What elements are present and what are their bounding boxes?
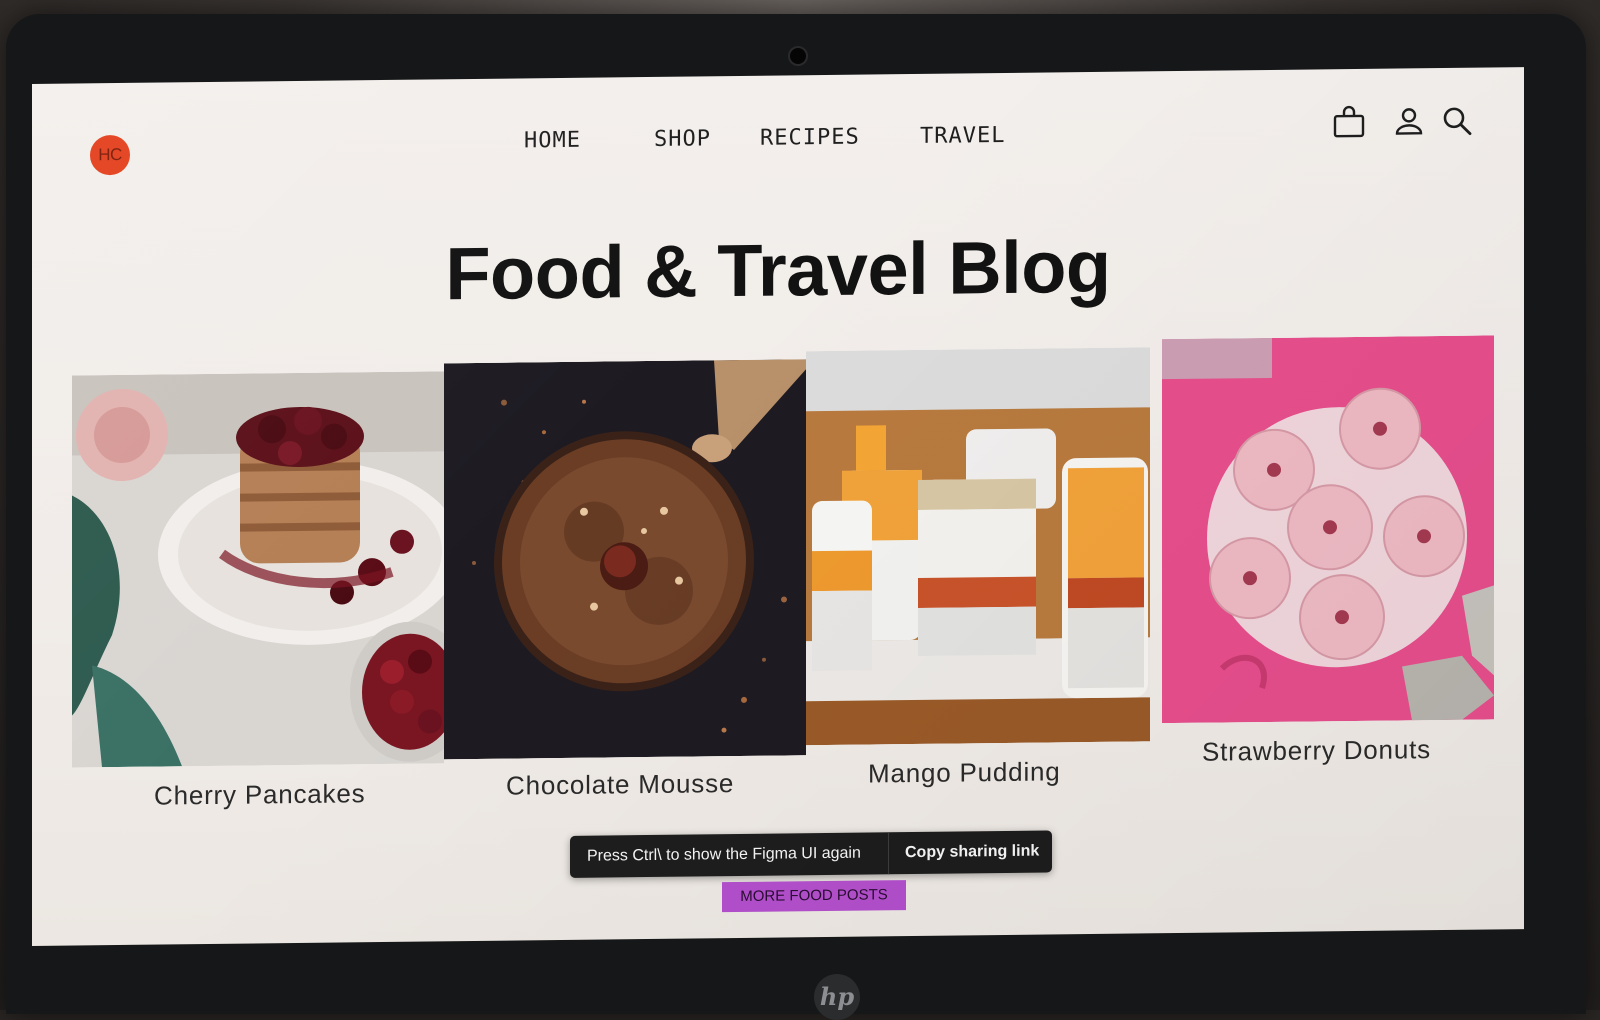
nav-recipes[interactable]: RECIPES [760, 125, 860, 151]
mango-pudding-photo [806, 347, 1150, 746]
strawberry-donuts-title[interactable]: Strawberry Donuts [1202, 734, 1431, 768]
cherry-pancakes-image[interactable] [72, 371, 444, 768]
mango-pudding-title[interactable]: Mango Pudding [868, 756, 1061, 789]
strawberry-donuts-image[interactable] [1162, 335, 1494, 724]
figma-toast: Press Ctrl\ to show the Figma UI again C… [570, 830, 1052, 878]
more-food-posts-button[interactable]: MORE FOOD POSTS [722, 880, 906, 913]
nav-shop[interactable]: SHOP [654, 126, 711, 152]
toast-divider [888, 832, 889, 875]
nav-home[interactable]: HOME [524, 128, 581, 154]
cherry-pancakes-title[interactable]: Cherry Pancakes [154, 778, 365, 811]
hp-logo: hp [814, 974, 860, 1020]
shopping-bag-icon[interactable] [1332, 105, 1366, 139]
strawberry-donuts-photo [1162, 335, 1494, 724]
mango-pudding-image[interactable] [806, 347, 1150, 746]
copy-sharing-link-button[interactable]: Copy sharing link [905, 843, 1039, 863]
site-logo[interactable]: HC [90, 134, 130, 176]
cherry-pancakes-photo [72, 371, 444, 768]
search-icon[interactable] [1440, 104, 1474, 138]
chocolate-mousse-title[interactable]: Chocolate Mousse [506, 768, 734, 802]
page-title: Food & Travel Blog [445, 224, 1111, 316]
webcam [788, 46, 808, 66]
nav-travel[interactable]: TRAVEL [920, 123, 1005, 149]
user-icon[interactable] [1392, 104, 1426, 138]
toast-message: Press Ctrl\ to show the Figma UI again [587, 844, 861, 865]
browser-viewport: HC HOME SHOP RECIPES TRAVEL Food & Trave… [32, 67, 1524, 947]
chocolate-mousse-photo [444, 359, 806, 760]
chocolate-mousse-image[interactable] [444, 359, 806, 760]
